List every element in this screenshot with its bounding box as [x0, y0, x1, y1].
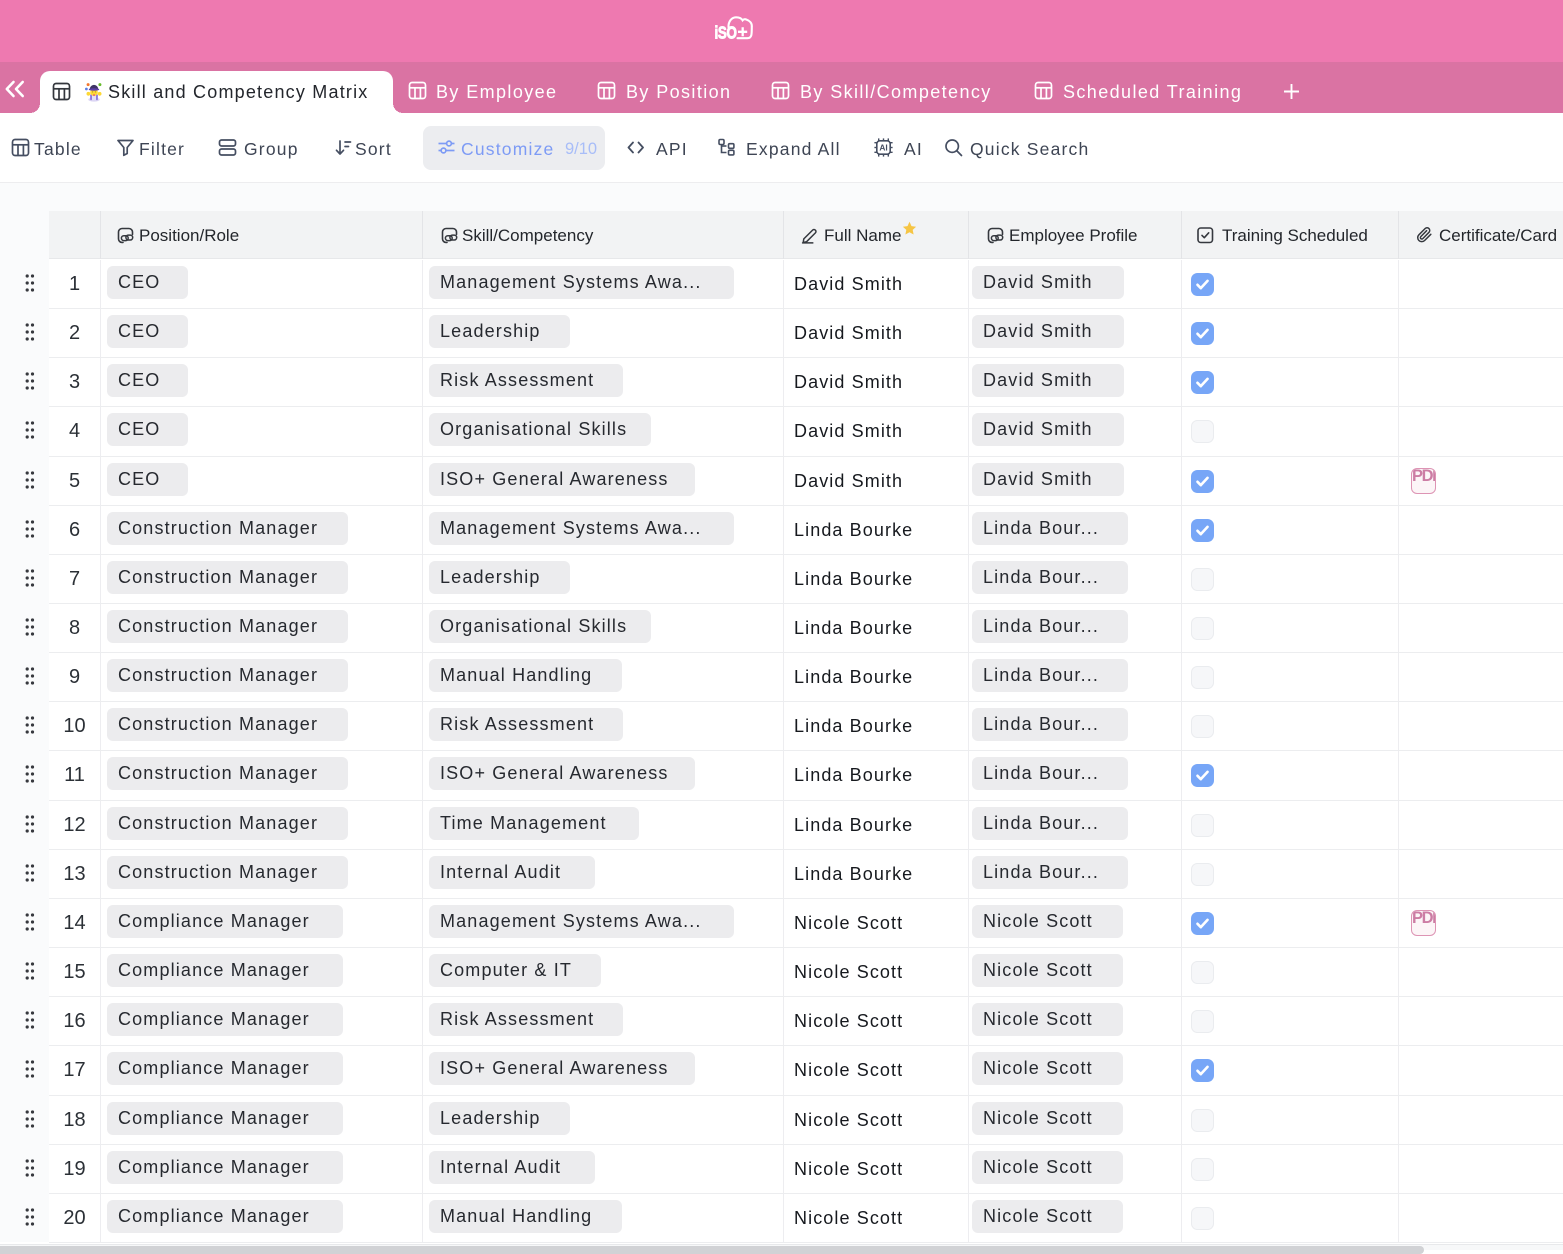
svg-text:iSO: iSO	[715, 24, 737, 43]
svg-text:AI: AI	[879, 143, 887, 153]
